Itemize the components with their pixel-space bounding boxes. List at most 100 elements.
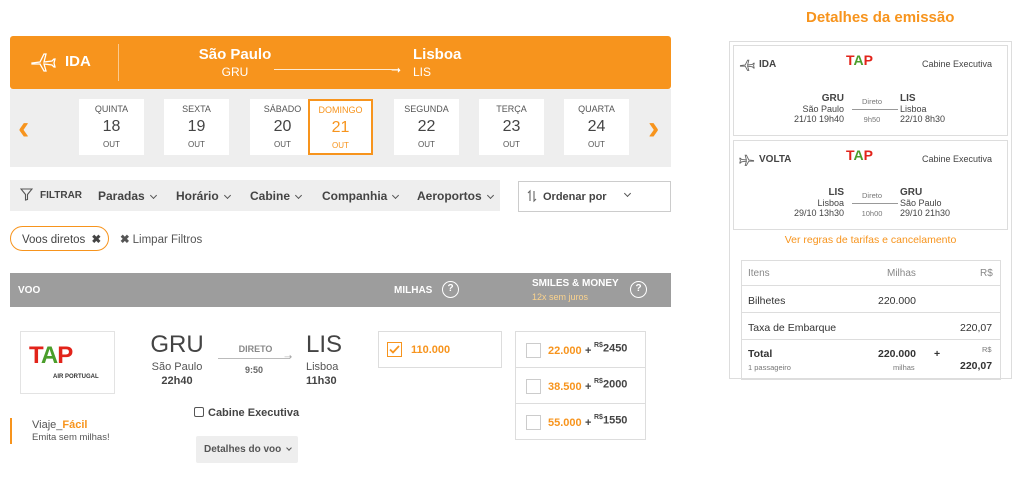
date-card[interactable]: QUARTA 24 OUT <box>564 99 629 155</box>
filter-dropdown-paradas[interactable]: Paradas <box>98 189 157 203</box>
from-datetime: 21/10 19h40 <box>793 114 844 124</box>
date-card[interactable]: SEXTA 19 OUT <box>164 99 229 155</box>
date-day: 22 <box>417 118 436 135</box>
chevron-down-icon <box>392 191 400 200</box>
filter-dropdown-companhia[interactable]: Companhia <box>322 189 400 203</box>
from-city: São Paulo <box>802 104 844 114</box>
destination-code: LIS <box>413 65 432 79</box>
smiles-money-option[interactable]: 22.000 + R$2450 <box>516 332 645 368</box>
prev-date-chevron-icon[interactable]: ‹ <box>18 111 29 145</box>
flight-details-button[interactable]: Detalhes do voo <box>196 436 298 463</box>
promo-title-a: Viaje_ <box>32 419 63 431</box>
checkbox[interactable] <box>526 343 541 358</box>
to-datetime: 22/10 8h30 <box>900 114 946 124</box>
seat-icon <box>194 407 204 417</box>
duration: 9h50 <box>863 115 881 124</box>
outbound-label: IDA <box>759 59 777 70</box>
smiles-money-option[interactable]: 38.500 + R$2000 <box>516 368 645 404</box>
date-weekday: QUARTA <box>578 104 615 114</box>
inbound-card: VOLTA TAP Cabine Executiva LIS Lisboa 29… <box>733 140 1008 230</box>
outbound-card: IDA TAP Cabine Executiva GRU São Paulo 2… <box>733 45 1008 136</box>
dest-code: LIS <box>306 331 343 358</box>
plus-sign: + <box>585 345 592 357</box>
stop-type: DIRETO <box>238 344 273 354</box>
total-passengers: 1 passageiro <box>748 363 791 372</box>
filter-dropdown-cabine[interactable]: Cabine <box>250 189 303 203</box>
filter-label[interactable]: FILTRAR <box>40 190 82 201</box>
checkbox[interactable] <box>526 415 541 430</box>
remove-filter-x-icon[interactable]: ✖ <box>92 234 102 246</box>
active-filter-label: Voos diretos <box>22 234 86 246</box>
cost-label: Bilhetes <box>748 295 786 307</box>
help-icon[interactable]: ? <box>630 281 647 298</box>
date-weekday: SÁBADO <box>263 104 302 114</box>
date-month: OUT <box>418 140 435 149</box>
date-card[interactable]: SEGUNDA 22 OUT <box>394 99 459 155</box>
tap-logo: TAP <box>846 52 873 68</box>
date-day: 19 <box>187 118 206 135</box>
date-month: OUT <box>103 140 120 149</box>
filter-dropdown-horario[interactable]: Horário <box>176 189 231 203</box>
filter-funnel-icon[interactable] <box>19 188 34 204</box>
sort-label: Ordenar por <box>543 191 607 203</box>
filter-dropdown-label: Companhia <box>322 189 388 203</box>
filter-dropdown-label: Cabine <box>250 189 291 203</box>
date-card[interactable]: QUINTA 18 OUT <box>79 99 144 155</box>
date-month: OUT <box>503 140 520 149</box>
total-money: 220,07 <box>960 360 993 372</box>
miles-price: 110.000 <box>411 344 451 356</box>
next-date-chevron-icon[interactable]: › <box>648 111 659 145</box>
date-card[interactable]: SÁBADO 20 OUT <box>250 99 315 155</box>
fare-rules-link[interactable]: Ver regras de tarifas e cancelamento <box>729 234 1012 246</box>
route-line <box>852 203 898 204</box>
cost-miles: 220.000 <box>878 295 916 307</box>
airplane-icon <box>738 58 756 76</box>
clear-filters-link[interactable]: ✖ Limpar Filtros <box>120 232 202 246</box>
date-selector: ‹ QUINTA 18 OUT SEXTA 19 OUT SÁBADO 20 O… <box>10 89 671 167</box>
checkbox-checked[interactable] <box>387 342 402 357</box>
sm-miles: 55.000 <box>548 417 582 429</box>
cost-table: Itens Milhas R$ Bilhetes 220.000 Taxa de… <box>741 260 1001 380</box>
chevron-down-icon <box>294 191 303 200</box>
origin-city: São Paulo <box>151 361 203 373</box>
help-icon[interactable]: ? <box>442 281 459 298</box>
active-filter-chip[interactable]: Voos diretos ✖ <box>10 226 109 251</box>
smiles-money-options: 22.000 + R$2450 38.500 + R$2000 55.000 +… <box>515 331 646 440</box>
date-weekday: TERÇA <box>496 104 527 114</box>
col-miles: Milhas <box>887 268 916 279</box>
total-label: Total <box>748 348 773 360</box>
sm-miles: 38.500 <box>548 381 582 393</box>
inbound-label: VOLTA <box>759 154 792 165</box>
to-city: Lisboa <box>900 104 927 114</box>
outbound-to: LIS Lisboa 22/10 8h30 <box>900 93 945 124</box>
filter-dropdown-label: Aeroportos <box>417 189 482 203</box>
plus-sign: + <box>585 417 592 429</box>
origin-city: São Paulo <box>198 46 272 63</box>
filter-dropdown-aeroportos[interactable]: Aeroportos <box>417 189 494 203</box>
smiles-money-option[interactable]: 55.000 + R$1550 <box>516 404 645 439</box>
plus-sign: + <box>585 381 592 393</box>
panel-title: Detalhes da emissão <box>806 9 955 26</box>
inbound-cabin: Cabine Executiva <box>922 154 993 164</box>
miles-option[interactable]: 110.000 <box>378 331 502 368</box>
cost-row: Taxa de Embarque 220,07 <box>742 314 1000 340</box>
airline-subtitle: AIR PORTUGAL <box>53 374 99 380</box>
date-weekday: SEXTA <box>182 104 211 114</box>
col-smiles-money: SMILES & MONEY <box>532 278 619 289</box>
sort-dropdown[interactable]: Ordenar por <box>518 181 671 212</box>
from-code: GRU <box>821 93 844 104</box>
date-card[interactable]: TERÇA 23 OUT <box>479 99 544 155</box>
to-city: São Paulo <box>900 198 942 208</box>
currency: R$ <box>594 378 603 385</box>
destination-city: Lisboa <box>413 46 462 63</box>
checkbox[interactable] <box>526 379 541 394</box>
total-miles-unit: milhas <box>893 363 915 372</box>
inbound-to: GRU São Paulo 29/10 21h30 <box>900 187 950 218</box>
date-card-selected[interactable]: DOMINGO 21 OUT <box>308 99 373 155</box>
date-month: OUT <box>332 141 349 150</box>
flight-details-label: Detalhes do voo <box>204 444 282 455</box>
sm-cash: R$2000 <box>594 378 627 391</box>
inbound-from: LIS Lisboa 29/10 13h30 <box>764 187 844 218</box>
promo-subtitle: Emita sem milhas! <box>32 432 110 443</box>
col-items: Itens <box>748 268 770 279</box>
